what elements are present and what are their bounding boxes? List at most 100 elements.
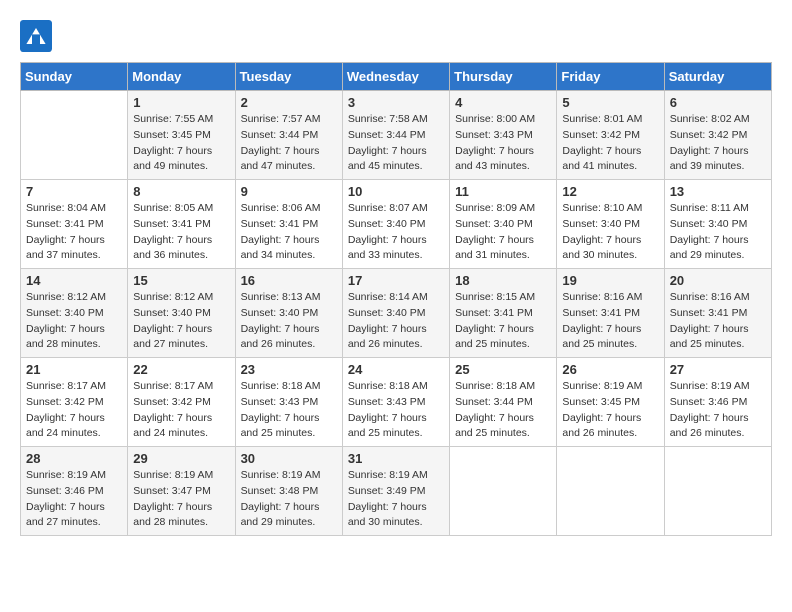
day-number: 11	[455, 184, 551, 199]
day-info: Sunrise: 8:07 AM Sunset: 3:40 PM Dayligh…	[348, 201, 444, 264]
calendar-cell: 28 Sunrise: 8:19 AM Sunset: 3:46 PM Dayli…	[21, 447, 128, 536]
day-info: Sunrise: 8:18 AM Sunset: 3:44 PM Dayligh…	[455, 379, 551, 442]
calendar-cell: 11 Sunrise: 8:09 AM Sunset: 3:40 PM Dayli…	[450, 180, 557, 269]
calendar-cell: 2Sunrise: 7:57 AM Sunset: 3:44 PM Daylig…	[235, 91, 342, 180]
calendar-cell: 24 Sunrise: 8:18 AM Sunset: 3:43 PM Dayli…	[342, 358, 449, 447]
day-info: Sunrise: 8:18 AM Sunset: 3:43 PM Dayligh…	[348, 379, 444, 442]
day-info: Sunrise: 8:14 AM Sunset: 3:40 PM Dayligh…	[348, 290, 444, 353]
weekday-header-row: SundayMondayTuesdayWednesdayThursdayFrid…	[21, 63, 772, 91]
calendar-cell: 20 Sunrise: 8:16 AM Sunset: 3:41 PM Dayli…	[664, 269, 771, 358]
calendar-cell: 9 Sunrise: 8:06 AM Sunset: 3:41 PM Daylig…	[235, 180, 342, 269]
day-info: Sunrise: 8:10 AM Sunset: 3:40 PM Dayligh…	[562, 201, 658, 264]
day-number: 20	[670, 273, 766, 288]
calendar-cell: 22 Sunrise: 8:17 AM Sunset: 3:42 PM Dayli…	[128, 358, 235, 447]
calendar-cell: 3Sunrise: 7:58 AM Sunset: 3:44 PM Daylig…	[342, 91, 449, 180]
day-number: 14	[26, 273, 122, 288]
day-info: Sunrise: 8:19 AM Sunset: 3:46 PM Dayligh…	[670, 379, 766, 442]
day-number: 18	[455, 273, 551, 288]
calendar-table: SundayMondayTuesdayWednesdayThursdayFrid…	[20, 62, 772, 536]
day-info: Sunrise: 8:19 AM Sunset: 3:45 PM Dayligh…	[562, 379, 658, 442]
calendar-cell: 1Sunrise: 7:55 AM Sunset: 3:45 PM Daylig…	[128, 91, 235, 180]
day-info: Sunrise: 8:17 AM Sunset: 3:42 PM Dayligh…	[26, 379, 122, 442]
calendar-cell: 17Sunrise: 8:14 AM Sunset: 3:40 PM Dayli…	[342, 269, 449, 358]
calendar-cell: 31 Sunrise: 8:19 AM Sunset: 3:49 PM Dayli…	[342, 447, 449, 536]
day-info: Sunrise: 8:16 AM Sunset: 3:41 PM Dayligh…	[670, 290, 766, 353]
calendar-cell: 5 Sunrise: 8:01 AM Sunset: 3:42 PM Daylig…	[557, 91, 664, 180]
day-number: 24	[348, 362, 444, 377]
day-number: 15	[133, 273, 229, 288]
day-info: Sunrise: 8:16 AM Sunset: 3:41 PM Dayligh…	[562, 290, 658, 353]
day-number: 28	[26, 451, 122, 466]
page-header	[20, 20, 772, 52]
day-number: 9	[241, 184, 337, 199]
day-info: Sunrise: 8:17 AM Sunset: 3:42 PM Dayligh…	[133, 379, 229, 442]
day-number: 29	[133, 451, 229, 466]
day-info: Sunrise: 8:13 AM Sunset: 3:40 PM Dayligh…	[241, 290, 337, 353]
calendar-cell: 26 Sunrise: 8:19 AM Sunset: 3:45 PM Dayli…	[557, 358, 664, 447]
day-number: 25	[455, 362, 551, 377]
calendar-cell: 21 Sunrise: 8:17 AM Sunset: 3:42 PM Dayli…	[21, 358, 128, 447]
day-number: 10	[348, 184, 444, 199]
weekday-header-wednesday: Wednesday	[342, 63, 449, 91]
day-number: 19	[562, 273, 658, 288]
day-info: Sunrise: 8:12 AM Sunset: 3:40 PM Dayligh…	[133, 290, 229, 353]
calendar-cell: 19 Sunrise: 8:16 AM Sunset: 3:41 PM Dayli…	[557, 269, 664, 358]
day-number: 31	[348, 451, 444, 466]
day-number: 4	[455, 95, 551, 110]
day-number: 8	[133, 184, 229, 199]
day-info: Sunrise: 7:57 AM Sunset: 3:44 PM Dayligh…	[241, 112, 337, 175]
weekday-header-saturday: Saturday	[664, 63, 771, 91]
day-info: Sunrise: 8:06 AM Sunset: 3:41 PM Dayligh…	[241, 201, 337, 264]
day-info: Sunrise: 7:55 AM Sunset: 3:45 PM Dayligh…	[133, 112, 229, 175]
logo	[20, 20, 58, 52]
weekday-header-tuesday: Tuesday	[235, 63, 342, 91]
day-number: 12	[562, 184, 658, 199]
calendar-cell: 18 Sunrise: 8:15 AM Sunset: 3:41 PM Dayli…	[450, 269, 557, 358]
day-number: 5	[562, 95, 658, 110]
day-info: Sunrise: 8:19 AM Sunset: 3:49 PM Dayligh…	[348, 468, 444, 531]
calendar-cell	[21, 91, 128, 180]
calendar-cell: 16 Sunrise: 8:13 AM Sunset: 3:40 PM Dayli…	[235, 269, 342, 358]
calendar-cell: 12 Sunrise: 8:10 AM Sunset: 3:40 PM Dayli…	[557, 180, 664, 269]
weekday-header-sunday: Sunday	[21, 63, 128, 91]
day-info: Sunrise: 8:11 AM Sunset: 3:40 PM Dayligh…	[670, 201, 766, 264]
weekday-header-monday: Monday	[128, 63, 235, 91]
day-number: 6	[670, 95, 766, 110]
calendar-cell: 15 Sunrise: 8:12 AM Sunset: 3:40 PM Dayli…	[128, 269, 235, 358]
day-info: Sunrise: 8:19 AM Sunset: 3:47 PM Dayligh…	[133, 468, 229, 531]
calendar-cell: 14 Sunrise: 8:12 AM Sunset: 3:40 PM Dayli…	[21, 269, 128, 358]
calendar-week-row-5: 28 Sunrise: 8:19 AM Sunset: 3:46 PM Dayli…	[21, 447, 772, 536]
calendar-cell: 29 Sunrise: 8:19 AM Sunset: 3:47 PM Dayli…	[128, 447, 235, 536]
day-info: Sunrise: 8:01 AM Sunset: 3:42 PM Dayligh…	[562, 112, 658, 175]
calendar-cell: 25 Sunrise: 8:18 AM Sunset: 3:44 PM Dayli…	[450, 358, 557, 447]
day-info: Sunrise: 8:02 AM Sunset: 3:42 PM Dayligh…	[670, 112, 766, 175]
day-info: Sunrise: 8:19 AM Sunset: 3:48 PM Dayligh…	[241, 468, 337, 531]
day-info: Sunrise: 8:09 AM Sunset: 3:40 PM Dayligh…	[455, 201, 551, 264]
day-number: 3	[348, 95, 444, 110]
calendar-cell	[450, 447, 557, 536]
day-number: 23	[241, 362, 337, 377]
day-number: 27	[670, 362, 766, 377]
calendar-week-row-4: 21 Sunrise: 8:17 AM Sunset: 3:42 PM Dayli…	[21, 358, 772, 447]
day-number: 21	[26, 362, 122, 377]
calendar-cell: 10 Sunrise: 8:07 AM Sunset: 3:40 PM Dayli…	[342, 180, 449, 269]
day-number: 16	[241, 273, 337, 288]
calendar-cell: 30 Sunrise: 8:19 AM Sunset: 3:48 PM Dayli…	[235, 447, 342, 536]
calendar-cell	[664, 447, 771, 536]
weekday-header-friday: Friday	[557, 63, 664, 91]
day-info: Sunrise: 8:19 AM Sunset: 3:46 PM Dayligh…	[26, 468, 122, 531]
day-number: 26	[562, 362, 658, 377]
day-number: 30	[241, 451, 337, 466]
day-number: 22	[133, 362, 229, 377]
day-info: Sunrise: 8:12 AM Sunset: 3:40 PM Dayligh…	[26, 290, 122, 353]
calendar-cell: 6 Sunrise: 8:02 AM Sunset: 3:42 PM Daylig…	[664, 91, 771, 180]
day-number: 7	[26, 184, 122, 199]
day-info: Sunrise: 8:18 AM Sunset: 3:43 PM Dayligh…	[241, 379, 337, 442]
day-info: Sunrise: 8:15 AM Sunset: 3:41 PM Dayligh…	[455, 290, 551, 353]
day-info: Sunrise: 8:04 AM Sunset: 3:41 PM Dayligh…	[26, 201, 122, 264]
day-info: Sunrise: 8:05 AM Sunset: 3:41 PM Dayligh…	[133, 201, 229, 264]
calendar-cell	[557, 447, 664, 536]
calendar-cell: 23 Sunrise: 8:18 AM Sunset: 3:43 PM Dayli…	[235, 358, 342, 447]
logo-icon	[20, 20, 52, 52]
calendar-week-row-3: 14 Sunrise: 8:12 AM Sunset: 3:40 PM Dayli…	[21, 269, 772, 358]
